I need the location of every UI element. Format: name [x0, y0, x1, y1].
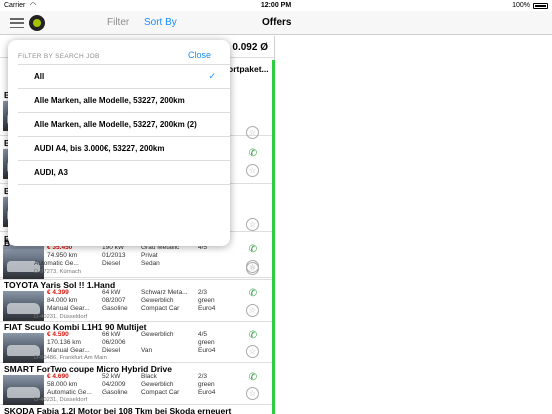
listing-date: 08/2007	[102, 297, 126, 304]
filter-option[interactable]: AUDI A4, bis 3.000€, 53227, 200km	[18, 136, 230, 160]
listing-date: 04/2009	[102, 381, 126, 388]
list-item[interactable]: TOYOTA Yaris Sol !! 1.Hand € 4.399 64 kW…	[0, 278, 272, 322]
favorite-star-icon[interactable]: ☆	[246, 218, 259, 231]
summary-count: 0.092 Ø	[232, 42, 268, 53]
listing-fuel: Diesel	[102, 347, 121, 354]
favorite-star-icon[interactable]: ☆	[246, 164, 259, 177]
phone-icon[interactable]: ✆	[247, 288, 259, 300]
listing-mileage: 84.000 km	[47, 297, 78, 304]
listing-fuel: Gasoline	[102, 389, 128, 396]
listing-location: D-97273, Kürnach	[34, 269, 82, 275]
filter-option[interactable]: Alle Marken, alle Modelle, 53227, 200km	[18, 88, 230, 112]
phone-icon[interactable]: ✆	[247, 330, 259, 342]
filter-option-label: AUDI, A3	[34, 168, 68, 177]
listing-fuel: Diesel	[102, 260, 121, 267]
filter-button[interactable]: Filter	[107, 17, 129, 28]
menu-icon[interactable]	[10, 18, 24, 29]
listing-emission: Euro4	[198, 305, 216, 312]
listing-title: SKODA Fabia 1.2l Motor bei 108 Tkm bei S…	[4, 406, 232, 414]
page-title: Offers	[262, 17, 292, 28]
list-item[interactable]: FIAT Scudo Kombi L1H1 90 Multijet € 4.59…	[0, 320, 272, 363]
popover-header: FILTER BY SEARCH JOB	[18, 53, 100, 60]
listing-power: 52 kW	[102, 373, 121, 380]
app-logo-icon[interactable]	[29, 15, 45, 31]
listing-power: 64 kW	[102, 289, 121, 296]
listing-color: Black	[141, 373, 157, 380]
listing-body: Compact Car	[141, 305, 180, 312]
listing-location: D-40231, Düsseldorf	[34, 397, 88, 403]
phone-icon[interactable]: ✆	[247, 372, 259, 384]
popover-empty-area	[18, 184, 230, 246]
listing-date: 01/2013	[102, 252, 126, 259]
listing-transmission: Manual Gear...	[47, 305, 90, 312]
listing-body: Compact Car	[141, 389, 180, 396]
listing-color: Schwarz Meta...	[141, 289, 188, 296]
listing-color: Gewerblich	[141, 331, 174, 338]
list-item[interactable]: SMART ForTwo coupe Micro Hybrid Drive € …	[0, 362, 272, 405]
listing-price: € 4.399	[47, 289, 69, 296]
checkmark-icon: ✓	[208, 71, 216, 81]
app-root: Carrier ◠ 12:00 PM 100% Filter Sort By O…	[0, 0, 552, 414]
listing-transmission: Manual Gear...	[47, 347, 90, 354]
listing-mileage: 74.950 km	[47, 252, 78, 259]
favorite-star-icon[interactable]: ☆	[246, 260, 259, 273]
listing-transmission: Automatic Ge...	[34, 260, 79, 267]
listing-doors: 2/3	[198, 289, 208, 296]
filter-option-label: All	[34, 72, 45, 81]
clock: 12:00 PM	[260, 2, 292, 9]
list-item[interactable]: SKODA Fabia 1.2l Motor bei 108 Tkm bei S…	[0, 404, 272, 414]
battery-percent: 100%	[512, 2, 530, 9]
phone-icon[interactable]: ✆	[247, 244, 259, 256]
listing-date: 06/2006	[102, 339, 126, 346]
filter-popover: FILTER BY SEARCH JOB Close All ✓ Alle Ma…	[8, 40, 230, 246]
favorite-star-icon[interactable]: ☆	[246, 304, 259, 317]
filter-option-label: AUDI A4, bis 3.000€, 53227, 200km	[34, 144, 165, 153]
listing-doors: 4/5	[198, 331, 208, 338]
battery-icon	[533, 3, 548, 9]
filter-option[interactable]: Alle Marken, alle Modelle, 53227, 200km …	[18, 112, 230, 136]
navigation-bar: Filter Sort By Offers	[0, 11, 552, 35]
listing-price: € 4.590	[47, 331, 69, 338]
sort-by-button[interactable]: Sort By	[144, 17, 177, 28]
listing-seller: Gewerblich	[141, 297, 174, 304]
listing-title: FIAT Scudo Kombi L1H1 90 Multijet	[4, 322, 147, 332]
filter-option-label: Alle Marken, alle Modelle, 53227, 200km …	[34, 120, 197, 129]
listing-seller: Gewerblich	[141, 381, 174, 388]
listing-seller: Privat	[141, 252, 158, 259]
listing-mileage: 58.000 km	[47, 381, 78, 388]
listing-location: D-60486, Frankfurt Am Main	[34, 355, 107, 361]
listing-fuel: Gasoline	[102, 305, 128, 312]
partial-title: ortpaket...	[228, 64, 269, 74]
listing-body: Sedan	[141, 260, 160, 267]
filter-option-label: Alle Marken, alle Modelle, 53227, 200km	[34, 96, 185, 105]
listing-emission-badge: green	[198, 339, 215, 346]
selection-indicator	[272, 60, 275, 414]
listing-emission: Euro4	[198, 389, 216, 396]
listing-emission: Euro4	[198, 347, 216, 354]
favorite-star-icon[interactable]: ☆	[246, 387, 259, 400]
filter-option[interactable]: AUDI, A3	[18, 160, 230, 184]
phone-icon[interactable]: ✆	[247, 148, 259, 160]
close-button[interactable]: Close	[188, 50, 211, 60]
listing-body: Van	[141, 347, 153, 354]
listing-power: 66 kW	[102, 331, 121, 338]
favorite-star-icon[interactable]: ☆	[246, 345, 259, 358]
listing-doors: 2/3	[198, 373, 208, 380]
status-bar: Carrier ◠ 12:00 PM 100%	[0, 0, 552, 11]
listing-emission-badge: green	[198, 297, 215, 304]
filter-option-all[interactable]: All ✓	[18, 64, 230, 88]
listing-transmission: Automatic Ge...	[47, 389, 92, 396]
listing-mileage: 170.136 km	[47, 339, 81, 346]
listing-price: € 4.690	[47, 373, 69, 380]
listing-emission-badge: green	[198, 381, 215, 388]
